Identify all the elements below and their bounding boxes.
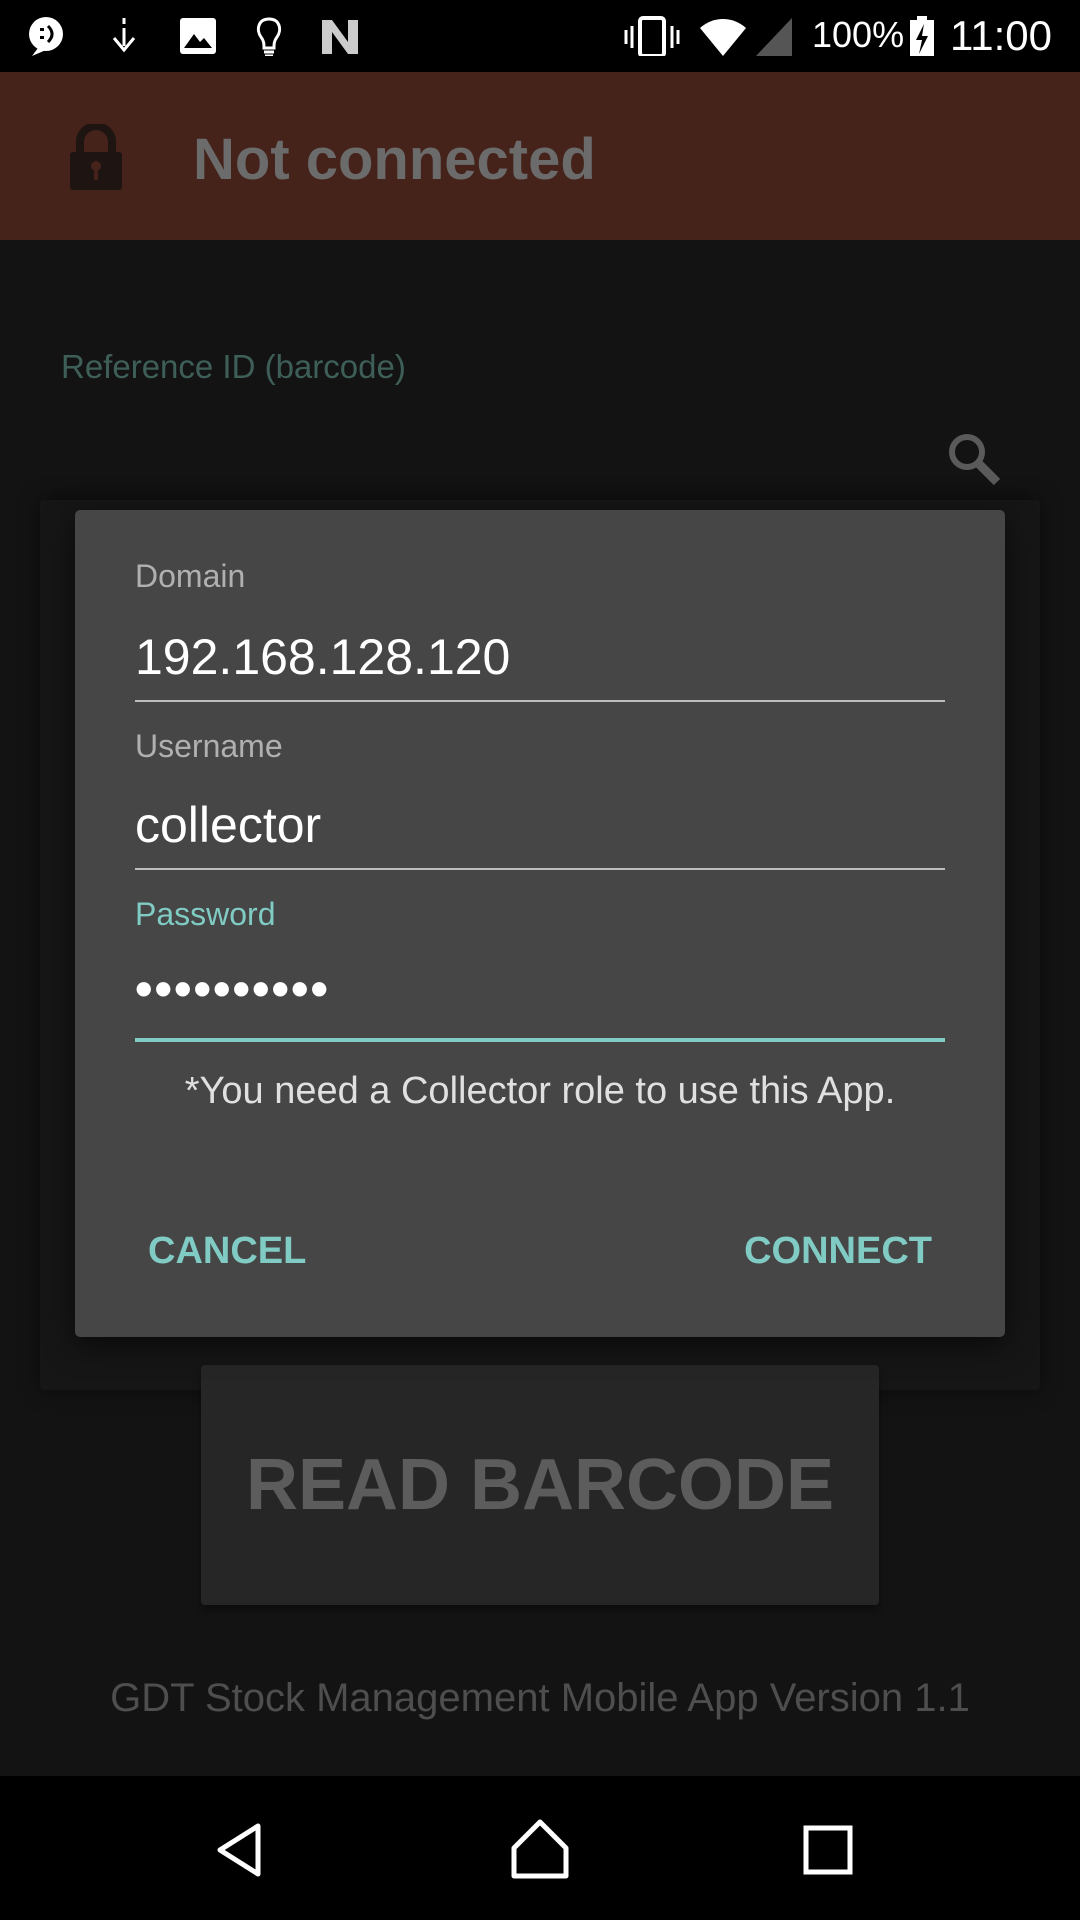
home-icon[interactable] <box>508 1818 572 1880</box>
username-label: Username <box>135 728 283 764</box>
messenger-icon <box>29 17 63 56</box>
username-underline <box>135 868 945 870</box>
battery-charging-icon <box>910 16 934 56</box>
lightbulb-icon <box>256 17 282 56</box>
connect-dialog: Domain Username Password •••••••••• *You… <box>75 510 1005 1337</box>
reference-id-label: Reference ID (barcode) <box>61 348 406 385</box>
wifi-icon <box>700 19 746 56</box>
clock: 11:00 <box>950 12 1052 59</box>
cancel-button[interactable]: CANCEL <box>148 1230 306 1273</box>
signal-icon <box>756 18 792 56</box>
back-icon[interactable] <box>212 1822 268 1878</box>
app-version-footer: GDT Stock Management Mobile App Version … <box>110 1676 970 1720</box>
vibrate-icon <box>624 16 680 56</box>
connection-status-title: Not connected <box>193 127 596 192</box>
app-bar: Not connected <box>0 72 1080 240</box>
battery-percent: 100% <box>812 14 905 55</box>
n-logo-icon <box>322 20 358 54</box>
recents-icon[interactable] <box>802 1824 854 1876</box>
domain-label: Domain <box>135 558 246 594</box>
username-input[interactable] <box>135 796 945 854</box>
domain-underline <box>135 700 945 702</box>
download-icon <box>112 18 136 53</box>
navigation-bar <box>0 1776 1080 1920</box>
domain-input[interactable] <box>135 628 945 686</box>
read-barcode-button[interactable]: READ BARCODE <box>201 1365 879 1605</box>
connect-button[interactable]: CONNECT <box>744 1230 932 1273</box>
search-icon[interactable] <box>945 430 1005 490</box>
role-requirement-note: *You need a Collector role to use this A… <box>184 1070 896 1112</box>
image-icon <box>180 18 216 54</box>
lock-icon <box>70 124 122 190</box>
status-bar: 100% 11:00 <box>0 0 1080 72</box>
password-underline <box>135 1038 945 1042</box>
password-label: Password <box>135 896 276 932</box>
password-input[interactable]: •••••••••• <box>135 960 945 1018</box>
